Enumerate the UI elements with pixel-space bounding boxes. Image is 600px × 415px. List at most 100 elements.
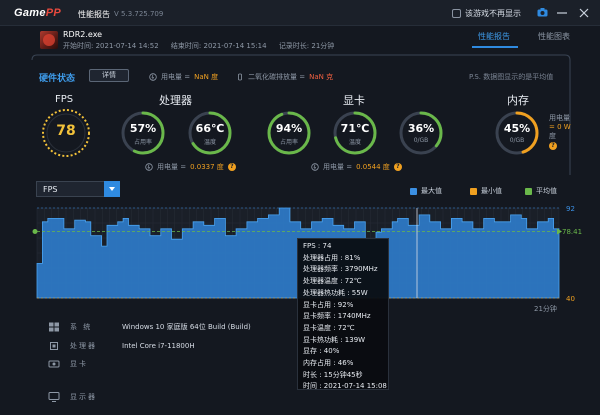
help-icon[interactable]: ? — [393, 163, 402, 171]
tooltip-line: 处理器占用 : 81% — [303, 253, 361, 262]
legend-swatch-avg — [525, 187, 532, 195]
details-button[interactable]: 详情 — [89, 69, 129, 82]
hardware-status-title: 硬件状态 — [39, 74, 76, 84]
gpu-temp-gauge: 71℃ 温度 — [332, 110, 378, 156]
cpu-power-label: 用电量 = — [157, 163, 187, 171]
checkbox-label: 该游戏不再显示 — [465, 9, 521, 18]
os-key: 系 统 — [70, 323, 93, 331]
fps-value: 78 — [56, 123, 76, 139]
gpu-usage-label: 占用率 — [279, 139, 298, 146]
tooltip-line: 处理器温度 : 72℃ — [303, 277, 362, 286]
tooltip-line: 处理器热功耗 : 55W — [303, 288, 368, 297]
cpu-key: 处理器 — [70, 342, 97, 350]
active-tab-indicator — [472, 46, 518, 48]
close-icon[interactable] — [578, 7, 590, 19]
system-gpu-row: 显卡 — [48, 359, 122, 369]
gpu-power-value: 0.0544 度 — [356, 163, 390, 171]
co2-value: NaN 克 — [309, 73, 334, 81]
x-end-label: 21分钟 — [534, 304, 557, 313]
ytick-average: 78.41 — [562, 228, 582, 236]
tooltip-line: 显卡频率 : 1740MHz — [303, 312, 371, 321]
gpu-usage-gauge: 94% 占用率 — [266, 110, 312, 156]
gpu-usage-value: 94% — [275, 122, 303, 135]
legend-avg: 平均值 — [525, 186, 557, 196]
camera-icon[interactable] — [537, 8, 548, 17]
gpu-power: 用电量 = 0.0544 度 ? — [311, 162, 402, 172]
memory-usage-gauge: 45% 0/GB — [494, 110, 540, 156]
session-times: 开始时间: 2021-07-14 14:52 结束时间: 2021-07-14 … — [63, 41, 344, 51]
power-icon — [145, 163, 153, 171]
gpu-title: 显卡 — [343, 94, 365, 107]
minimize-icon[interactable] — [556, 8, 568, 18]
ytick-min: 40 — [566, 295, 575, 303]
legend-max-label: 最大值 — [421, 187, 442, 195]
memory-title: 内存 — [507, 94, 529, 107]
system-monitor-row: 显示器 — [48, 392, 122, 402]
checkbox-box[interactable] — [452, 9, 461, 18]
window-title: 性能报告 — [78, 10, 110, 19]
power-icon — [311, 163, 319, 171]
tooltip-line: 时间 : 2021-07-14 15:08 — [303, 382, 387, 391]
fps-title: FPS — [55, 94, 74, 105]
gpu-vram-value: 36% — [407, 122, 435, 135]
tooltip-line: 时长 : 15分钟45秒 — [303, 370, 363, 379]
start-time: 开始时间: 2021-07-14 14:52 — [63, 42, 159, 50]
memory-power-label: 用电量 — [549, 114, 570, 122]
tab-performance-chart[interactable]: 性能图表 — [538, 31, 570, 42]
help-icon[interactable]: ? — [549, 142, 557, 150]
legend-min: 最小值 — [470, 186, 502, 196]
cpu-temp-gauge: 66℃ 温度 — [187, 110, 233, 156]
monitor-key: 显示器 — [70, 393, 97, 401]
legend-swatch-max — [410, 187, 417, 195]
dont-show-checkbox[interactable]: 该游戏不再显示 — [452, 8, 521, 19]
metric-select[interactable]: FPS — [36, 181, 120, 197]
app-icon — [40, 31, 58, 49]
legend-avg-label: 平均值 — [536, 187, 557, 195]
system-os-row: 系 统 Windows 10 家庭版 64位 Build (Build) — [48, 322, 251, 332]
tooltip-line: 显卡温度 : 72℃ — [303, 323, 355, 332]
average-marker-left — [32, 229, 38, 235]
cpu-power-value: 0.0337 度 — [190, 163, 224, 171]
power-value: NaN 度 — [194, 73, 219, 81]
tooltip-line: 显存 : 40% — [303, 347, 340, 356]
gpu-temp-label: 温度 — [348, 139, 361, 146]
average-note: P.S. 数据图显示的是平均值 — [469, 73, 554, 81]
memory-usage-label: 0/GB — [509, 137, 525, 144]
title-bar: GamePP 性能报告 V 5.3.725.709 该游戏不再显示 — [0, 0, 600, 26]
power-label: 用电量 = — [161, 73, 191, 81]
memory-power-unit: 度 — [549, 132, 556, 140]
monitor-icon — [48, 392, 60, 402]
gpu-power-label: 用电量 = — [323, 163, 353, 171]
memory-power-value: = 0 W — [549, 123, 571, 131]
gpu-temp-value: 71℃ — [340, 122, 370, 135]
cpu-title: 处理器 — [159, 94, 192, 107]
help-icon[interactable]: ? — [227, 163, 236, 171]
gpu-vram-gauge: 36% 0/GB — [398, 110, 444, 156]
cpu-usage-gauge: 57% 占用率 — [120, 110, 166, 156]
hardware-panel: 硬件状态 详情 用电量 = NaN 度 二氧化碳排放量 = NaN 克 P.S.… — [31, 54, 571, 176]
cpu-value: Intel Core i7-11800H — [122, 342, 195, 350]
chevron-down-icon[interactable] — [104, 181, 120, 197]
cpu-temp-value: 66℃ — [195, 122, 225, 135]
end-time: 结束时间: 2021-07-14 15:14 — [170, 42, 267, 50]
tab-performance-report[interactable]: 性能报告 — [478, 31, 510, 42]
legend-min-label: 最小值 — [481, 187, 502, 195]
metric-select-value: FPS — [43, 185, 58, 194]
tooltip-line: 显卡热功耗 : 139W — [303, 335, 366, 344]
co2-label: 二氧化碳排放量 = — [248, 73, 306, 81]
duration: 记录时长: 21分钟 — [278, 42, 335, 50]
legend-swatch-min — [470, 187, 477, 195]
cpu-icon — [50, 342, 58, 350]
ytick-max: 92 — [566, 205, 575, 213]
cpu-power: 用电量 = 0.0337 度 ? — [145, 162, 236, 172]
cpu-usage-value: 57% — [129, 122, 157, 135]
power-icon — [149, 73, 157, 81]
co2-emission: 二氧化碳排放量 = NaN 克 — [236, 72, 333, 82]
cpu-usage-label: 占用率 — [133, 139, 152, 146]
cpu-temp-label: 温度 — [203, 139, 216, 146]
fps-gauge: 78 — [39, 106, 93, 160]
tooltip-line: 处理器频率 : 3790MHz — [303, 265, 378, 274]
legend-max: 最大值 — [410, 186, 442, 196]
app-name: RDR2.exe — [63, 30, 103, 39]
total-power: 用电量 = NaN 度 — [149, 72, 218, 82]
